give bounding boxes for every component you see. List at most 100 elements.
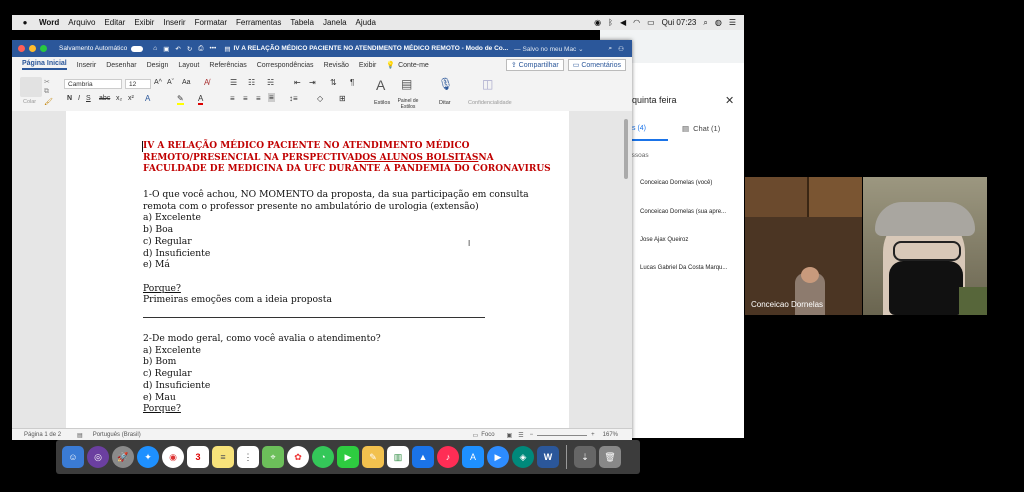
strikethrough-button[interactable]: abc <box>99 95 110 102</box>
app-store-icon[interactable]: A <box>462 446 484 468</box>
participant-item[interactable]: Jose Ajax Queiroz <box>640 237 688 243</box>
menu-janela[interactable]: Janela <box>323 18 347 27</box>
spotlight-icon[interactable]: ⌕ <box>703 18 707 28</box>
styles-pane-icon[interactable]: ▤ <box>401 77 412 91</box>
grow-font-icon[interactable]: A^ <box>154 79 162 86</box>
tab-pagina-inicial[interactable]: Página Inicial <box>22 60 67 70</box>
page-count[interactable]: Página 1 de 2 <box>24 432 61 438</box>
bold-button[interactable]: N <box>67 95 72 102</box>
siri-icon[interactable]: ◍ <box>715 18 722 27</box>
numbers-icon[interactable]: ▥ <box>387 446 409 468</box>
save-icon[interactable]: ▣ <box>163 45 169 53</box>
text-effects-icon[interactable]: A <box>145 94 150 103</box>
underline-button[interactable]: S <box>86 95 91 102</box>
participant-video-tile[interactable]: Conceicao Dornelas <box>745 177 862 315</box>
calendar-icon[interactable]: 3 <box>187 446 209 468</box>
borders-icon[interactable]: ⊞ <box>339 94 346 103</box>
undo-icon[interactable]: ↶ <box>175 45 180 53</box>
menu-ajuda[interactable]: Ajuda <box>356 18 376 27</box>
font-size-select[interactable]: 12 <box>125 79 151 89</box>
pages-icon[interactable]: ✎ <box>362 446 384 468</box>
music-icon[interactable]: ♪ <box>437 446 459 468</box>
change-case-icon[interactable]: Aa <box>182 79 191 86</box>
zoom-icon[interactable]: ▶ <box>487 446 509 468</box>
font-color-icon[interactable]: A <box>198 94 204 105</box>
line-spacing-icon[interactable]: ↕≡ <box>289 94 298 103</box>
sort-icon[interactable]: ⇅ <box>330 78 337 87</box>
align-right-icon[interactable]: ≡ <box>256 94 261 103</box>
proofing-icon[interactable]: ▤ <box>77 432 83 439</box>
align-left-icon[interactable]: ≡ <box>230 94 235 103</box>
pilcrow-icon[interactable]: ¶ <box>350 78 354 87</box>
copy-icon[interactable]: ⧉ <box>44 88 49 96</box>
participant-item[interactable]: Conceicao Dornelas (você) <box>640 180 712 186</box>
chrome-icon[interactable]: ◉ <box>162 446 184 468</box>
sensitivity-icon[interactable]: ◫ <box>482 77 493 91</box>
vertical-scrollbar[interactable] <box>624 119 628 179</box>
bluetooth-icon[interactable]: ᛒ <box>608 18 613 27</box>
zoom-slider[interactable] <box>537 434 588 436</box>
increase-indent-icon[interactable]: ⇥ <box>309 78 316 87</box>
trash-icon[interactable]: 🗑 <box>599 446 621 468</box>
focus-label[interactable]: Foco <box>481 432 494 438</box>
numbering-icon[interactable]: ☷ <box>248 78 255 87</box>
justify-icon[interactable]: ≡ <box>268 93 275 102</box>
search-icon[interactable]: ⌕ <box>609 45 613 53</box>
styles-icon[interactable]: A <box>376 77 385 93</box>
print-icon[interactable]: ⎙ <box>198 45 203 53</box>
decrease-indent-icon[interactable]: ⇤ <box>294 78 301 87</box>
wifi-icon[interactable]: ◠ <box>633 18 640 27</box>
clock[interactable]: Qui 07:23 <box>662 18 697 27</box>
bullets-icon[interactable]: ☰ <box>230 78 237 87</box>
downloads-icon[interactable]: ⇣ <box>574 446 596 468</box>
shading-icon[interactable]: ◇ <box>317 94 323 103</box>
focus-icon[interactable]: ▭ <box>473 432 479 439</box>
minimize-window-button[interactable] <box>29 45 36 52</box>
zoom-out-button[interactable]: − <box>530 432 534 438</box>
format-painter-icon[interactable]: 🖌 <box>44 98 53 106</box>
clear-format-icon[interactable]: A̸ <box>204 78 209 87</box>
participant-item[interactable]: Conceicao Dornelas (sua apre... <box>640 209 726 215</box>
tab-design[interactable]: Design <box>147 62 169 69</box>
italic-button[interactable]: I <box>78 95 80 102</box>
language[interactable]: Português (Brasil) <box>93 432 141 438</box>
shrink-font-icon[interactable]: Aˇ <box>167 79 174 86</box>
menu-tabela[interactable]: Tabela <box>290 18 314 27</box>
font-name-select[interactable]: Cambria <box>64 79 122 89</box>
battery-icon[interactable]: ▭ <box>647 18 655 27</box>
zoom-app-icon[interactable]: ◉ <box>594 18 601 27</box>
highlight-icon[interactable]: ✎ <box>177 94 184 105</box>
share-button[interactable]: ⇪ Compartilhar <box>505 59 564 71</box>
cut-icon[interactable]: ✂ <box>44 78 50 86</box>
maximize-window-button[interactable] <box>40 45 47 52</box>
meet-icon[interactable]: ◈ <box>512 446 534 468</box>
tab-chat[interactable]: ▤ Chat (1) <box>682 124 720 133</box>
comments-button[interactable]: ▭ Comentários <box>567 59 626 71</box>
word-icon[interactable]: W <box>537 446 559 468</box>
more-icon[interactable]: ••• <box>210 45 217 52</box>
tab-people[interactable]: s (4) <box>632 125 646 132</box>
notification-center-icon[interactable]: ☰ <box>729 18 736 27</box>
menu-app-name[interactable]: Word <box>39 18 59 27</box>
menu-ferramentas[interactable]: Ferramentas <box>236 18 281 27</box>
paste-icon[interactable] <box>20 77 42 97</box>
tell-me-input[interactable]: Conte-me <box>398 62 429 69</box>
keynote-icon[interactable]: ▲ <box>412 446 434 468</box>
facetime-icon[interactable]: ▶ <box>337 446 359 468</box>
close-icon[interactable]: ✕ <box>725 94 734 107</box>
tab-revisao[interactable]: Revisão <box>324 62 349 69</box>
multilevel-icon[interactable]: ☵ <box>267 78 274 87</box>
tab-desenhar[interactable]: Desenhar <box>106 62 136 69</box>
apple-icon[interactable]: ● <box>20 18 30 27</box>
tab-inserir[interactable]: Inserir <box>77 62 96 69</box>
zoom-level[interactable]: 167% <box>603 432 618 438</box>
redo-icon[interactable]: ↻ <box>187 45 192 53</box>
participant-item[interactable]: Lucas Gabriel Da Costa Marqu... <box>640 265 727 271</box>
document-page[interactable]: IV A RELAÇÃO MÉDICO PACIENTE NO ATENDIME… <box>66 111 569 428</box>
tab-correspondencias[interactable]: Correspondências <box>257 62 314 69</box>
home-icon[interactable]: ⌂ <box>153 45 157 52</box>
self-video-tile[interactable] <box>863 177 987 315</box>
safari-icon[interactable]: ✦ <box>137 446 159 468</box>
messages-icon[interactable]: ◔ <box>312 446 334 468</box>
tab-referencias[interactable]: Referências <box>209 62 246 69</box>
